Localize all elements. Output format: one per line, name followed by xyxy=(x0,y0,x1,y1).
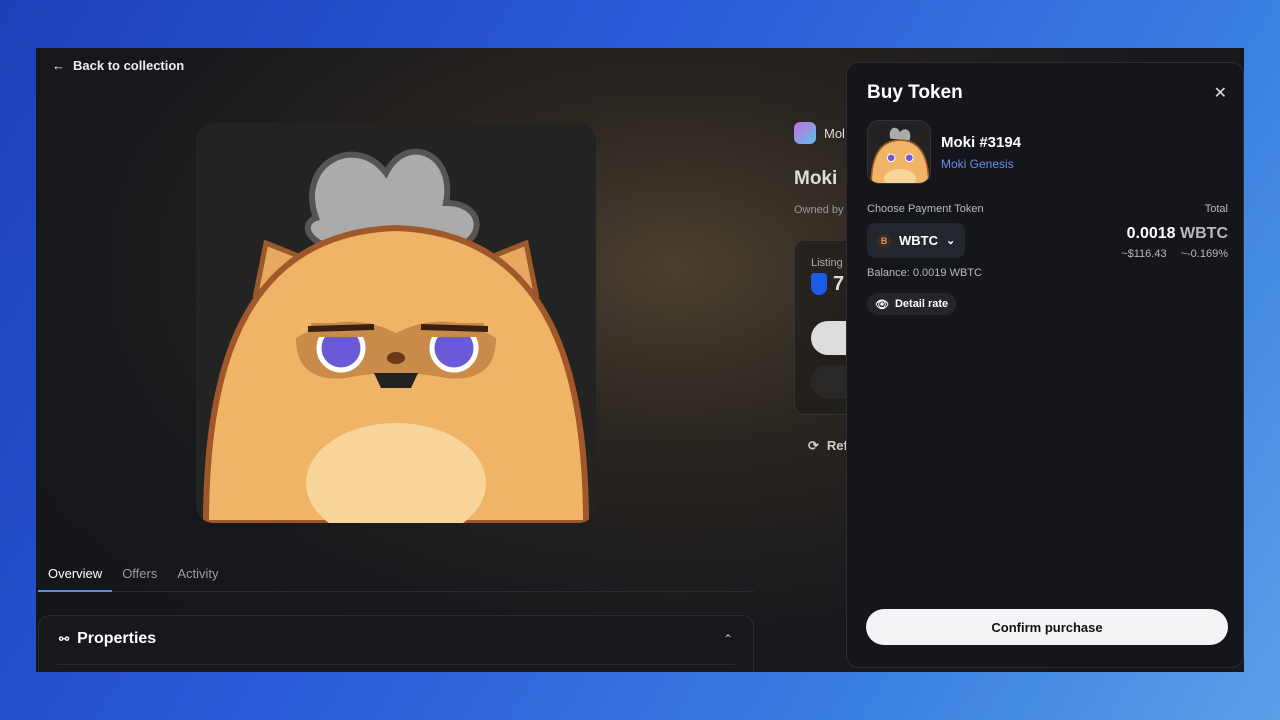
refresh-icon: ⟳ xyxy=(808,438,819,453)
refresh-button[interactable]: ⟳ Ref xyxy=(808,438,848,454)
token-thumbnail xyxy=(867,120,931,184)
properties-section: ⚯ Properties ⌃ xyxy=(38,615,754,672)
tab-overview[interactable]: Overview xyxy=(38,558,113,592)
arrow-left-icon: ← xyxy=(52,58,65,73)
tab-offers[interactable]: Offers xyxy=(112,558,167,592)
confirm-purchase-button[interactable]: Confirm purchase xyxy=(866,609,1228,645)
token-name: Moki #3194 xyxy=(941,134,1022,151)
balance-text: Balance: 0.0019 WBTC xyxy=(867,267,982,279)
token-title: Moki xyxy=(794,168,838,189)
collection-link[interactable]: Moki Genesis xyxy=(941,157,1014,171)
app-window: ← Back to collection Mol Moki Owned by Li… xyxy=(36,48,1244,672)
chevron-up-icon[interactable]: ⌃ xyxy=(723,632,733,646)
tab-bar: Overview Offers Activity xyxy=(38,558,754,592)
total-details: ~$116.43 ~-0.169% xyxy=(1121,248,1228,260)
back-to-collection-link[interactable]: ← Back to collection xyxy=(52,58,184,73)
ronin-icon xyxy=(811,273,827,295)
divider xyxy=(57,664,735,665)
properties-icon: ⚯ xyxy=(59,632,70,646)
eye-icon: 👁 xyxy=(875,298,889,311)
payment-token-select[interactable]: B WBTC ⌄ xyxy=(867,223,965,258)
nft-image xyxy=(196,123,596,523)
buy-token-panel: Buy Token ✕ Moki #3194 Moki Genesis Choo… xyxy=(846,62,1244,668)
close-icon[interactable]: ✕ xyxy=(1214,83,1227,103)
owner-text: Owned by xyxy=(794,204,844,216)
panel-title: Buy Token xyxy=(867,82,963,103)
total-amount: 0.0018 WBTC xyxy=(1126,225,1228,242)
bitcoin-icon: B xyxy=(877,233,891,248)
detail-rate-button[interactable]: 👁 Detail rate xyxy=(867,293,957,315)
listing-card: Listing 7 xyxy=(794,240,855,415)
properties-header[interactable]: ⚯ Properties xyxy=(39,616,753,662)
payment-label: Choose Payment Token xyxy=(867,203,984,215)
collection-avatar xyxy=(794,122,816,144)
chevron-down-icon: ⌄ xyxy=(946,235,956,247)
total-label: Total xyxy=(1204,203,1228,215)
tab-activity[interactable]: Activity xyxy=(167,558,228,592)
